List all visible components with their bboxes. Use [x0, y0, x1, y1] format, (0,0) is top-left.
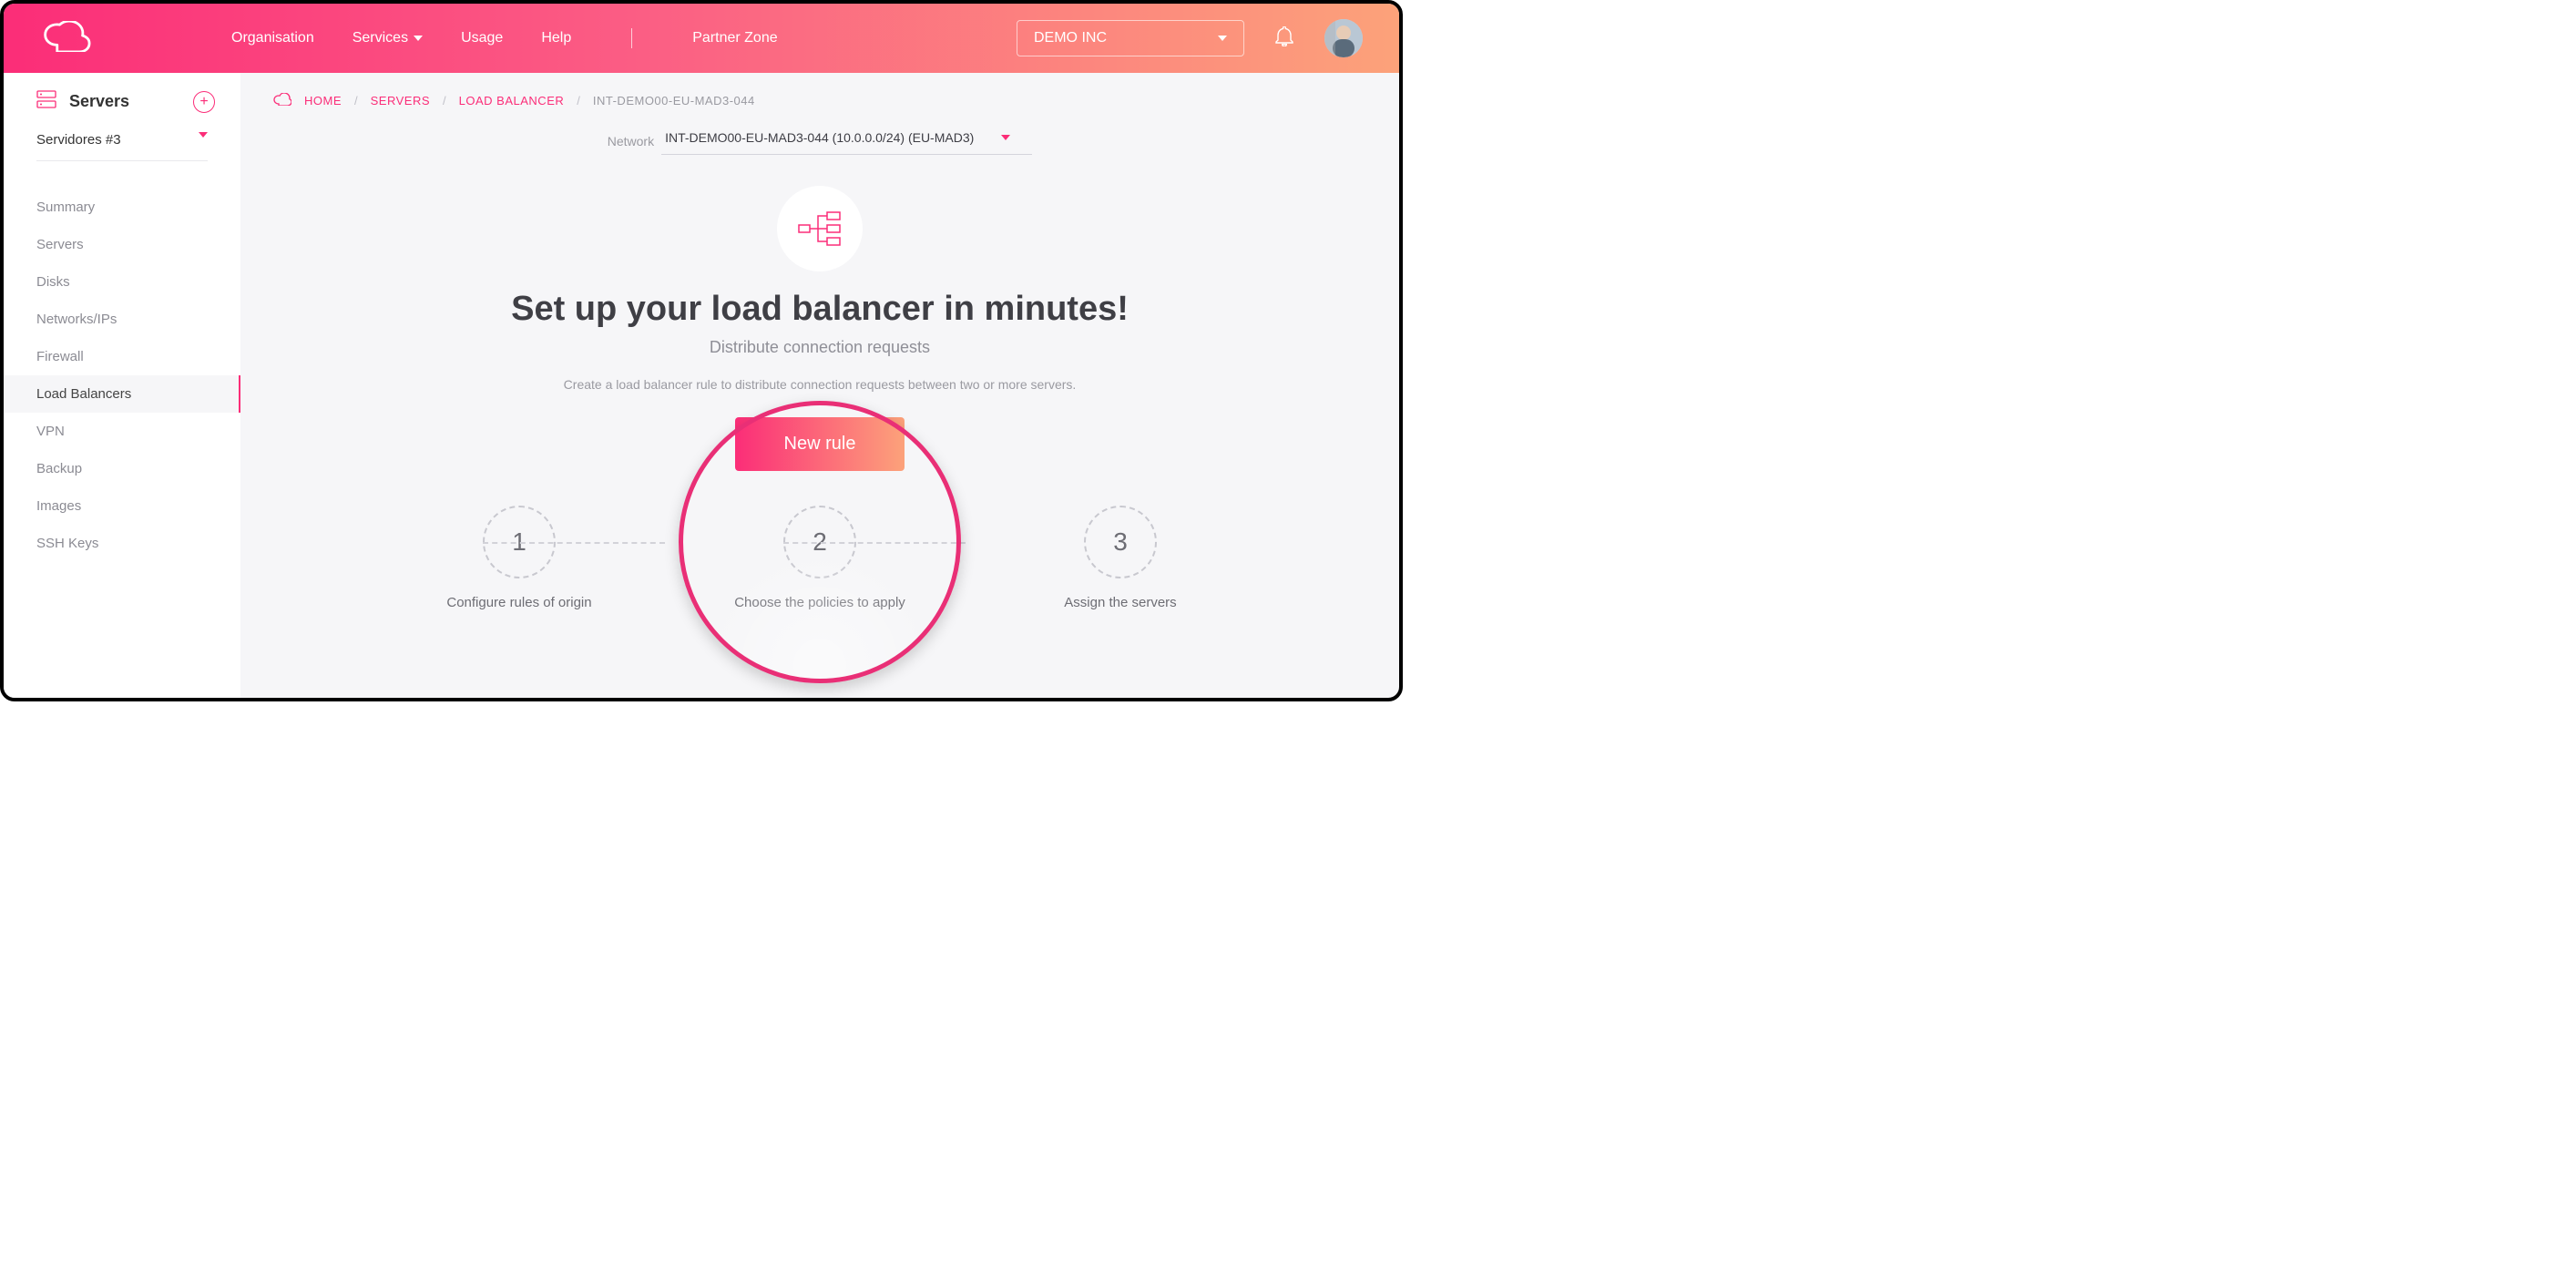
breadcrumb-sep: / [577, 94, 580, 107]
sidebar-group[interactable]: Servidores #3 [36, 132, 208, 161]
new-rule-button[interactable]: New rule [735, 417, 905, 471]
chevron-down-icon [1001, 135, 1010, 140]
notifications-button[interactable] [1275, 26, 1293, 51]
sidebar-item-networks-ips[interactable]: Networks/IPs [4, 301, 240, 338]
nav-services[interactable]: Services [353, 28, 423, 48]
steps-connector [483, 542, 665, 544]
sidebar-group-label: Servidores #3 [36, 132, 121, 148]
add-button[interactable]: + [193, 91, 215, 113]
org-selector-label: DEMO INC [1034, 30, 1107, 46]
network-label: Network [608, 134, 654, 148]
nav-usage[interactable]: Usage [461, 28, 503, 48]
hero-description: Create a load balancer rule to distribut… [273, 377, 1366, 392]
sidebar-item-load-balancers[interactable]: Load Balancers [4, 375, 240, 413]
steps-connector [783, 542, 966, 544]
sidebar-item-servers[interactable]: Servers [4, 226, 240, 263]
top-nav: Organisation Services Usage Help Partner… [4, 4, 1399, 73]
sidebar-item-disks[interactable]: Disks [4, 263, 240, 301]
breadcrumb: HOME / SERVERS / LOAD BALANCER / INT-DEM… [273, 93, 1366, 108]
server-icon [36, 89, 56, 114]
chevron-down-icon [1218, 36, 1227, 41]
breadcrumb-current: INT-DEMO00-EU-MAD3-044 [593, 94, 755, 107]
hero-title: Set up your load balancer in minutes! [273, 290, 1366, 329]
sidebar-item-firewall[interactable]: Firewall [4, 338, 240, 375]
cloud-icon [273, 93, 291, 108]
breadcrumb-sep: / [354, 94, 358, 107]
chevron-down-icon [414, 36, 423, 41]
nav-divider [631, 28, 632, 48]
step-label: Choose the policies to apply [720, 595, 920, 610]
avatar[interactable] [1324, 19, 1363, 57]
load-balancer-icon [777, 186, 863, 271]
step-number: 3 [1084, 506, 1157, 578]
sidebar: Servers + Servidores #3 SummaryServersDi… [4, 73, 240, 698]
nav-help[interactable]: Help [541, 28, 571, 48]
step-label: Assign the servers [1020, 595, 1221, 610]
sidebar-item-images[interactable]: Images [4, 487, 240, 525]
breadcrumb-servers[interactable]: SERVERS [371, 94, 430, 107]
org-selector[interactable]: DEMO INC [1017, 20, 1244, 56]
chevron-down-icon [199, 132, 208, 138]
sidebar-title: Servers [69, 92, 129, 111]
sidebar-item-summary[interactable]: Summary [4, 189, 240, 226]
breadcrumb-home[interactable]: HOME [304, 94, 342, 107]
nav-services-label: Services [353, 30, 408, 46]
sidebar-item-vpn[interactable]: VPN [4, 413, 240, 450]
main-content: HOME / SERVERS / LOAD BALANCER / INT-DEM… [240, 73, 1399, 698]
nav-organisation[interactable]: Organisation [231, 28, 314, 48]
breadcrumb-load-balancer[interactable]: LOAD BALANCER [459, 94, 565, 107]
step-label: Configure rules of origin [419, 595, 619, 610]
step-3: 3 Assign the servers [1020, 506, 1221, 610]
sidebar-item-ssh-keys[interactable]: SSH Keys [4, 525, 240, 562]
nav-partner-zone[interactable]: Partner Zone [692, 28, 777, 48]
network-selector[interactable]: INT-DEMO00-EU-MAD3-044 (10.0.0.0/24) (EU… [661, 127, 1032, 155]
sidebar-item-backup[interactable]: Backup [4, 450, 240, 487]
breadcrumb-sep: / [443, 94, 446, 107]
network-selector-value: INT-DEMO00-EU-MAD3-044 (10.0.0.0/24) (EU… [665, 130, 974, 145]
hero-subtitle: Distribute connection requests [273, 338, 1366, 357]
step-2: 2Choose the policies to apply [720, 506, 920, 610]
step-1: 1Configure rules of origin [419, 506, 619, 610]
logo[interactable] [40, 21, 95, 56]
